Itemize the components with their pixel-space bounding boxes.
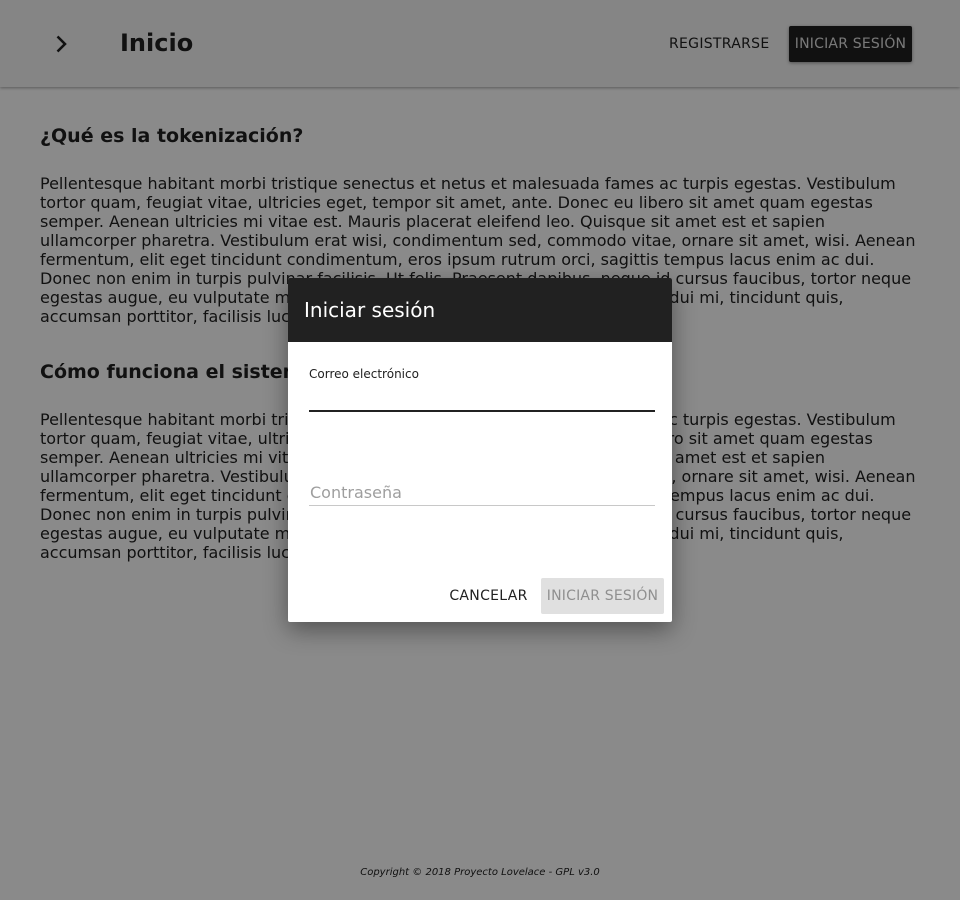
password-input[interactable] bbox=[309, 474, 655, 506]
cancel-button[interactable]: CANCELAR bbox=[442, 578, 535, 614]
password-field-group bbox=[309, 474, 655, 506]
login-dialog: Iniciar sesión Correo electrónico CANCEL… bbox=[288, 278, 672, 622]
email-input[interactable] bbox=[309, 388, 655, 412]
dialog-header: Iniciar sesión bbox=[288, 278, 672, 342]
dialog-login-button[interactable]: INICIAR SESIÓN bbox=[541, 578, 664, 614]
dialog-title: Iniciar sesión bbox=[304, 298, 436, 322]
email-label: Correo electrónico bbox=[309, 367, 419, 381]
email-field-group: Correo electrónico bbox=[309, 366, 655, 412]
dialog-actions: CANCELAR INICIAR SESIÓN bbox=[288, 578, 672, 614]
page: Inicio REGISTRARSE INICIAR SESIÓN ¿Qué e… bbox=[0, 0, 960, 900]
